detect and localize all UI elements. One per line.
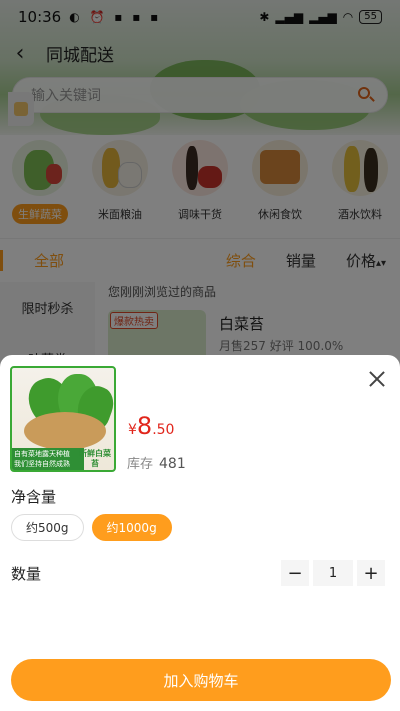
stock-label: 库存 [127,457,154,472]
price-currency: ¥ [128,422,137,438]
option-list: 约500g 约1000g [11,514,172,541]
quantity-value[interactable]: 1 [313,560,353,586]
option-500g[interactable]: 约500g [11,514,84,541]
increase-button[interactable]: + [357,560,385,586]
decrease-button[interactable]: − [281,560,309,586]
thumbnail-badge: 新鲜白菜苔 [79,449,111,468]
option-1000g[interactable]: 约1000g [91,514,172,541]
product-thumbnail[interactable]: 自有菜地露天种植 我们坚持自然成熟 新鲜白菜苔 [10,366,116,472]
add-to-cart-button[interactable]: 加入购物车 [11,659,391,701]
quantity-title: 数量 [11,565,42,583]
quantity-stepper: − 1 + [281,560,385,586]
stock-value: 481 [159,456,186,472]
option-title: 净含量 [11,488,57,506]
thumbnail-caption: 我们坚持自然成熟 [12,458,84,470]
product-price: ¥ 8 .50 [128,412,174,440]
stock-info: 库存 481 [127,453,186,472]
price-integer: 8 [136,412,153,440]
close-icon[interactable] [368,370,386,388]
price-decimal: .50 [152,422,175,438]
